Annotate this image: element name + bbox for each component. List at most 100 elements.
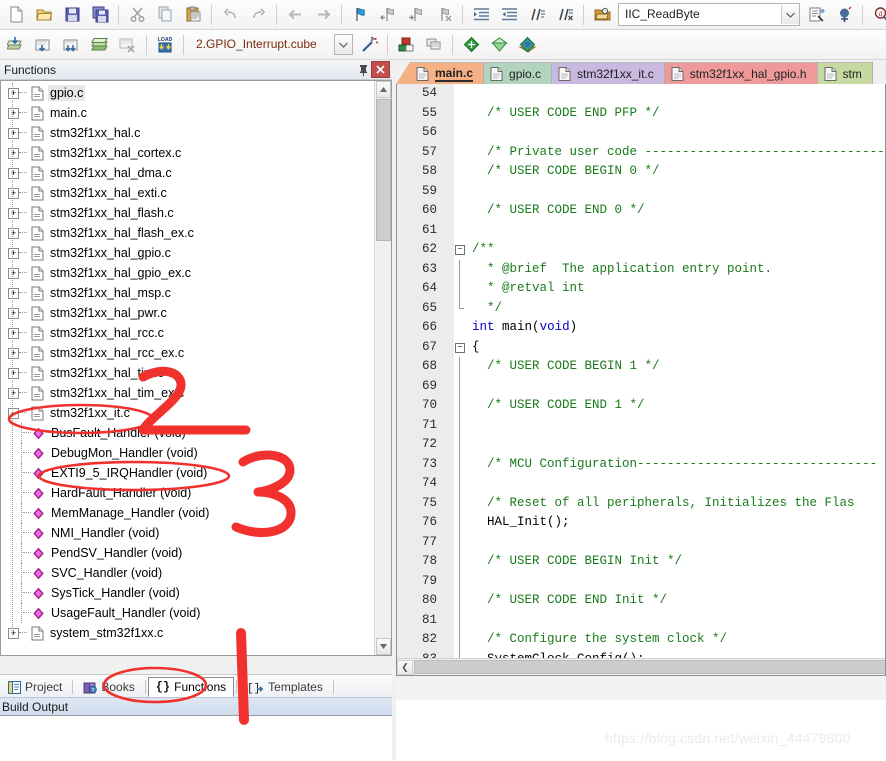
code-editor[interactable]: 54 55 /* USER CODE END PFP */56 57 /* Priv… <box>396 84 886 676</box>
code-line[interactable]: 62 −/** <box>397 240 885 260</box>
build-icon[interactable] <box>30 31 58 59</box>
tree-function-row[interactable]: SVC_Handler (void) <box>1 563 373 583</box>
editor-tab-stm[interactable]: stm <box>817 62 873 84</box>
editor-tab-gpio-c[interactable]: gpio.c <box>484 62 553 84</box>
code-line[interactable]: 74 <box>397 474 885 494</box>
tree-file-row[interactable]: + gpio.c <box>1 83 373 103</box>
chevron-down-icon[interactable] <box>334 34 353 55</box>
bookmark-next-icon[interactable] <box>402 1 430 29</box>
group-options-icon[interactable] <box>485 31 513 59</box>
code-line[interactable]: 72 <box>397 435 885 455</box>
code-line[interactable]: 58 /* USER CODE BEGIN 0 */ <box>397 162 885 182</box>
code-line[interactable]: 64 * @retval int <box>397 279 885 299</box>
tree-function-row[interactable]: PendSV_Handler (void) <box>1 543 373 563</box>
tree-function-row[interactable]: UsageFault_Handler (void) <box>1 603 373 623</box>
code-line[interactable]: 61 <box>397 220 885 240</box>
find-in-files-icon[interactable]: d <box>867 1 886 29</box>
chevron-down-icon[interactable] <box>781 5 799 24</box>
tree-file-row[interactable]: + stm32f1xx_hal_exti.c <box>1 183 373 203</box>
code-line[interactable]: 71 <box>397 415 885 435</box>
redo-icon[interactable] <box>244 1 272 29</box>
options-target-icon[interactable] <box>588 1 616 29</box>
tree-file-row[interactable]: − stm32f1xx_it.c <box>1 403 373 423</box>
editor-tab-stm32f1xx-it-c[interactable]: stm32f1xx_it.c <box>552 62 665 84</box>
code-line[interactable]: 55 /* USER CODE END PFP */ <box>397 103 885 123</box>
code-line[interactable]: 70 /* USER CODE END 1 */ <box>397 396 885 416</box>
undo-icon[interactable] <box>216 1 244 29</box>
code-line[interactable]: 75 /* Reset of all peripherals, Initiali… <box>397 493 885 513</box>
target-options-icon[interactable] <box>457 31 485 59</box>
code-line[interactable]: 67 −{ <box>397 337 885 357</box>
code-line[interactable]: 77 <box>397 532 885 552</box>
project-combo[interactable]: 2.GPIO_Interrupt.cube <box>190 34 353 55</box>
file-options-icon[interactable] <box>513 31 541 59</box>
multi-project-icon[interactable] <box>420 31 448 59</box>
code-line[interactable]: 57 /* Private user code ----------------… <box>397 142 885 162</box>
open-file-icon[interactable] <box>30 1 58 29</box>
bookmark-clear-icon[interactable] <box>430 1 458 29</box>
comment-icon[interactable] <box>523 1 551 29</box>
build-output-area[interactable] <box>0 715 392 761</box>
save-all-icon[interactable] <box>86 1 114 29</box>
tree-file-row[interactable]: + main.c <box>1 103 373 123</box>
rebuild-icon[interactable] <box>58 31 86 59</box>
code-line[interactable]: 81 <box>397 610 885 630</box>
hscrollbar-thumb[interactable] <box>414 660 885 674</box>
copy-icon[interactable] <box>151 1 179 29</box>
tree-function-row[interactable]: BusFault_Handler (void) <box>1 423 373 443</box>
navigate-forward-icon[interactable] <box>309 1 337 29</box>
editor-tab-main-c[interactable]: main.c <box>410 62 485 84</box>
tree-file-row[interactable]: + stm32f1xx_hal_rcc_ex.c <box>1 343 373 363</box>
stop-build-icon[interactable] <box>114 31 142 59</box>
tree-file-row[interactable]: + stm32f1xx_hal_cortex.c <box>1 143 373 163</box>
tree-file-row[interactable]: + stm32f1xx_hal_rcc.c <box>1 323 373 343</box>
tree-file-row[interactable]: + stm32f1xx_hal_flash_ex.c <box>1 223 373 243</box>
code-line[interactable]: 56 <box>397 123 885 143</box>
tree-function-row[interactable]: NMI_Handler (void) <box>1 523 373 543</box>
code-line[interactable]: 66 int main(void) <box>397 318 885 338</box>
tree-file-row[interactable]: + stm32f1xx_hal.c <box>1 123 373 143</box>
save-icon[interactable] <box>58 1 86 29</box>
pin-icon[interactable] <box>355 62 371 78</box>
manage-runtime-icon[interactable] <box>802 1 830 29</box>
download-icon[interactable]: LOAD <box>151 31 179 59</box>
new-file-icon[interactable] <box>2 1 30 29</box>
scroll-left-arrow[interactable]: ❮ <box>397 659 413 675</box>
tree-file-row[interactable]: + stm32f1xx_hal_msp.c <box>1 283 373 303</box>
editor-tab-stm32f1xx-hal-gpio-h[interactable]: stm32f1xx_hal_gpio.h <box>664 62 818 84</box>
code-line[interactable]: 73 /* MCU Configuration-----------------… <box>397 454 885 474</box>
scrollbar-thumb[interactable] <box>376 99 391 241</box>
debug-session-icon[interactable] <box>830 1 858 29</box>
tree-function-row[interactable]: DebugMon_Handler (void) <box>1 443 373 463</box>
tree-file-row[interactable]: + stm32f1xx_hal_dma.c <box>1 163 373 183</box>
dock-tab-books[interactable]: ? Books <box>75 677 142 697</box>
code-line[interactable]: 54 <box>397 84 885 104</box>
paste-icon[interactable] <box>179 1 207 29</box>
indent-icon[interactable] <box>467 1 495 29</box>
code-line[interactable]: 59 <box>397 181 885 201</box>
tree-file-row[interactable]: + stm32f1xx_hal_gpio.c <box>1 243 373 263</box>
tree-file-row[interactable]: + system_stm32f1xx.c <box>1 623 373 643</box>
target-combo[interactable]: IIC_ReadByte <box>618 3 800 26</box>
code-line[interactable]: 68 /* USER CODE BEGIN 1 */ <box>397 357 885 377</box>
dock-tab-templates[interactable]: [] Templates <box>239 677 331 697</box>
fold-collapse-icon[interactable]: − <box>455 245 465 255</box>
cut-icon[interactable] <box>123 1 151 29</box>
uncomment-icon[interactable] <box>551 1 579 29</box>
code-line[interactable]: 65 */ <box>397 298 885 318</box>
bookmark-prev-icon[interactable] <box>374 1 402 29</box>
tree-function-row[interactable]: SysTick_Handler (void) <box>1 583 373 603</box>
code-line[interactable]: 69 <box>397 376 885 396</box>
tree-file-row[interactable]: + stm32f1xx_hal_tim.c <box>1 363 373 383</box>
tree-function-row[interactable]: HardFault_Handler (void) <box>1 483 373 503</box>
tree-file-row[interactable]: + stm32f1xx_hal_gpio_ex.c <box>1 263 373 283</box>
dock-tab-functions[interactable]: {} Functions <box>147 677 235 697</box>
translate-icon[interactable] <box>2 31 30 59</box>
tree-file-row[interactable]: + stm32f1xx_hal_tim_ex.c <box>1 383 373 403</box>
tree-file-row[interactable]: + stm32f1xx_hal_pwr.c <box>1 303 373 323</box>
manage-project-items-icon[interactable] <box>392 31 420 59</box>
code-line[interactable]: 82 /* Configure the system clock */ <box>397 630 885 650</box>
code-line[interactable]: 63 * @brief The application entry point. <box>397 259 885 279</box>
code-line[interactable]: 76 HAL_Init(); <box>397 513 885 533</box>
bookmark-toggle-icon[interactable] <box>346 1 374 29</box>
